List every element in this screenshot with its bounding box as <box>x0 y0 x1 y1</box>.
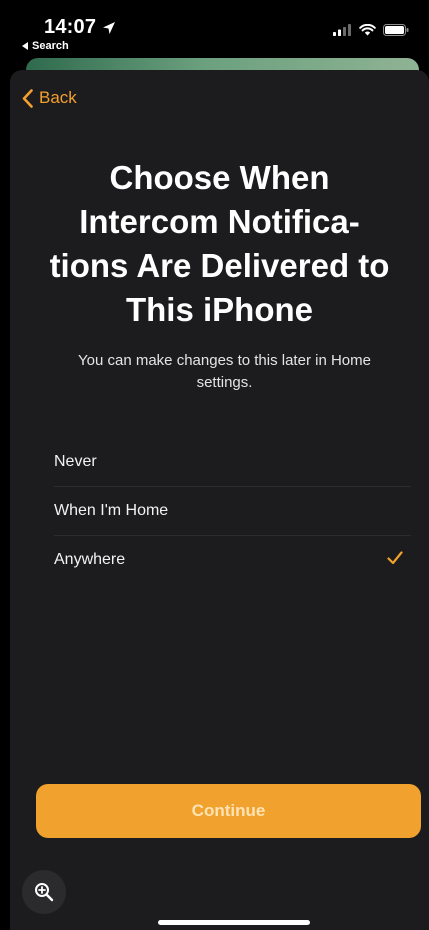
back-to-app-label: Search <box>32 40 69 52</box>
option-label: Anywhere <box>54 551 126 568</box>
back-button[interactable]: Back <box>22 88 77 108</box>
page-subtitle-line: You can make changes to this later in Ho… <box>78 352 371 369</box>
page-title-line: This iPhone <box>125 291 313 328</box>
back-to-app-link[interactable]: Search <box>22 40 69 52</box>
status-icons <box>333 24 409 36</box>
status-bar: 14:07 Search <box>0 0 429 62</box>
continue-button-label: Continue <box>191 801 266 820</box>
option-never[interactable]: Never <box>54 438 411 487</box>
option-label: When I'm Home <box>54 502 169 519</box>
option-label: Never <box>54 453 97 470</box>
phone-screen: 14:07 Search Back Choose When Intercom N… <box>0 0 429 930</box>
page-title: Choose When Intercom Notifica- tions Are… <box>24 156 415 332</box>
zoom-button[interactable] <box>22 870 66 914</box>
option-anywhere[interactable]: Anywhere <box>54 536 411 584</box>
page-title-line: Intercom Notifica- <box>79 203 360 240</box>
status-time-text: 14:07 <box>44 16 97 38</box>
status-time: 14:07 <box>44 16 117 39</box>
wifi-icon <box>359 24 376 36</box>
home-indicator <box>158 920 310 925</box>
page-title-line: Choose When <box>109 159 330 196</box>
location-arrow-icon <box>103 21 116 34</box>
cellular-signal-icon <box>333 24 351 36</box>
chevron-left-icon <box>22 88 33 108</box>
continue-button[interactable]: Continue <box>36 784 421 838</box>
page-subtitle: You can make changes to this later in Ho… <box>34 350 415 394</box>
delivery-options-list: Never When I'm Home Anywhere <box>54 438 411 584</box>
zoom-in-icon <box>35 883 54 902</box>
checkmark-icon <box>387 551 403 565</box>
option-when-home[interactable]: When I'm Home <box>54 487 411 536</box>
back-triangle-icon <box>22 42 28 50</box>
page-title-line: tions Are Delivered to <box>49 247 390 284</box>
battery-icon <box>383 24 409 36</box>
back-button-label: Back <box>39 88 77 107</box>
page-subtitle-line: settings. <box>196 374 253 391</box>
modal-sheet: Back Choose When Intercom Notifica- tion… <box>10 70 429 930</box>
